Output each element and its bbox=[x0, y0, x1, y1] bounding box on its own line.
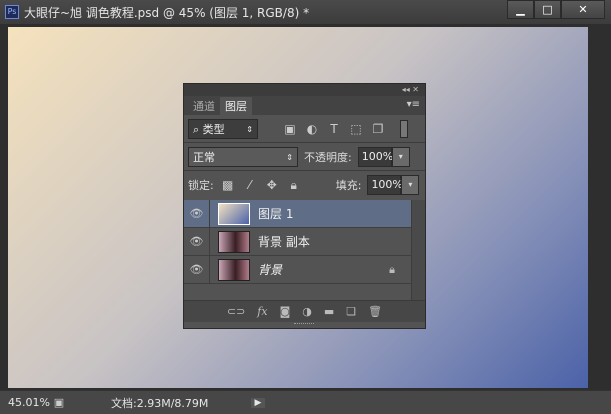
fill-label: 填充: bbox=[335, 179, 362, 192]
filter-type-select[interactable]: ⌕ 类型 ⇕ bbox=[188, 119, 258, 139]
new-layer-icon[interactable]: ❏ bbox=[346, 305, 356, 318]
fill-dropdown[interactable]: ▾ bbox=[401, 175, 420, 195]
tab-layers[interactable]: 图层 bbox=[220, 97, 252, 115]
layer-row[interactable]: 👁︎ 背景 副本 bbox=[184, 228, 411, 256]
visibility-eye-icon[interactable]: 👁︎ bbox=[184, 256, 210, 283]
status-bar: 45.01% ▣ 文档:2.93M/8.79M ▶ bbox=[0, 390, 611, 414]
lock-transparent-icon[interactable]: ▩ bbox=[220, 178, 236, 192]
zoom-level[interactable]: 45.01% bbox=[8, 396, 52, 409]
fx-icon[interactable]: fx bbox=[257, 305, 267, 318]
shape-filter-icon[interactable]: ⬚ bbox=[348, 122, 364, 136]
panel-footer: ⊂⊃ fx ◙ ◑ ▬ ❏ 🗑︎ bbox=[184, 300, 425, 322]
add-mask-icon[interactable]: ◙ bbox=[280, 305, 291, 318]
filter-type-label: 类型 bbox=[202, 123, 225, 136]
layer-name[interactable]: 背景 副本 bbox=[258, 233, 310, 250]
layer-name[interactable]: 图层 1 bbox=[258, 205, 293, 222]
link-layers-icon[interactable]: ⊂⊃ bbox=[227, 305, 245, 318]
layer-lock-icon: 🔒︎ bbox=[389, 262, 395, 276]
layer-row[interactable]: 👁︎ 图层 1 bbox=[184, 200, 411, 228]
layer-thumbnail bbox=[218, 258, 250, 281]
resize-grip[interactable] bbox=[294, 323, 314, 326]
document-size: 文档:2.93M/8.79M bbox=[111, 396, 209, 410]
minimize-button[interactable]: ▁ bbox=[507, 0, 534, 19]
filter-toggle[interactable] bbox=[400, 120, 408, 138]
blend-mode-select[interactable]: 正常 ⇕ bbox=[188, 147, 298, 167]
blend-mode-value: 正常 bbox=[193, 151, 215, 164]
opacity-input[interactable]: 100% bbox=[357, 147, 393, 167]
search-icon: ⌕ bbox=[193, 123, 200, 136]
panel-menu-icon[interactable]: ▾≡ bbox=[407, 99, 420, 110]
opacity-dropdown[interactable]: ▾ bbox=[391, 147, 410, 167]
maximize-button[interactable]: □ bbox=[534, 0, 561, 19]
collapse-icon[interactable]: ◂◂ bbox=[402, 85, 410, 94]
panel-close-icon[interactable]: ✕ bbox=[412, 85, 419, 94]
title-bar: Ps 大眼仔~旭 调色教程.psd @ 45% (图层 1, RGB/8) * … bbox=[0, 0, 611, 24]
new-group-icon[interactable]: ▬ bbox=[324, 305, 334, 318]
layer-thumbnail bbox=[218, 202, 250, 225]
tab-channels[interactable]: 通道 bbox=[188, 97, 220, 115]
layers-scrollbar[interactable] bbox=[411, 200, 425, 300]
lock-move-icon[interactable]: ✥ bbox=[264, 178, 280, 192]
status-menu-arrow[interactable]: ▶ bbox=[251, 397, 265, 408]
lock-label: 锁定: bbox=[188, 179, 214, 192]
image-filter-icon[interactable]: ▣ bbox=[282, 122, 298, 136]
type-filter-icon[interactable]: T bbox=[326, 122, 342, 136]
layers-panel: ◂◂ ✕ 通道 图层 ▾≡ ⌕ 类型 ⇕ ▣ ◐ T ⬚ ❐ 正常 ⇕ 不透明度: … bbox=[183, 83, 426, 329]
adjustment-filter-icon[interactable]: ◐ bbox=[304, 122, 320, 136]
opacity-label: 不透明度: bbox=[304, 151, 352, 164]
layer-row[interactable]: 👁︎ 背景 🔒︎ bbox=[184, 256, 411, 284]
fill-input[interactable]: 100% bbox=[367, 175, 403, 195]
layer-name[interactable]: 背景 bbox=[258, 261, 282, 278]
visibility-eye-icon[interactable]: 👁︎ bbox=[184, 200, 210, 227]
smart-object-filter-icon[interactable]: ❐ bbox=[370, 122, 386, 136]
document-icon[interactable]: ▣ bbox=[52, 396, 66, 409]
close-button[interactable]: ✕ bbox=[561, 0, 605, 19]
visibility-eye-icon[interactable]: 👁︎ bbox=[184, 228, 210, 255]
lock-all-icon[interactable]: 🔒︎ bbox=[286, 178, 302, 193]
window-title: 大眼仔~旭 调色教程.psd @ 45% (图层 1, RGB/8) * bbox=[24, 5, 310, 20]
lock-brush-icon[interactable]: ⁄ bbox=[242, 178, 258, 192]
layer-thumbnail bbox=[218, 230, 250, 253]
photoshop-logo-icon: Ps bbox=[5, 5, 19, 19]
delete-layer-icon[interactable]: 🗑︎ bbox=[368, 305, 382, 318]
adjustment-layer-icon[interactable]: ◑ bbox=[302, 305, 312, 318]
panel-header[interactable]: ◂◂ ✕ bbox=[184, 84, 425, 96]
